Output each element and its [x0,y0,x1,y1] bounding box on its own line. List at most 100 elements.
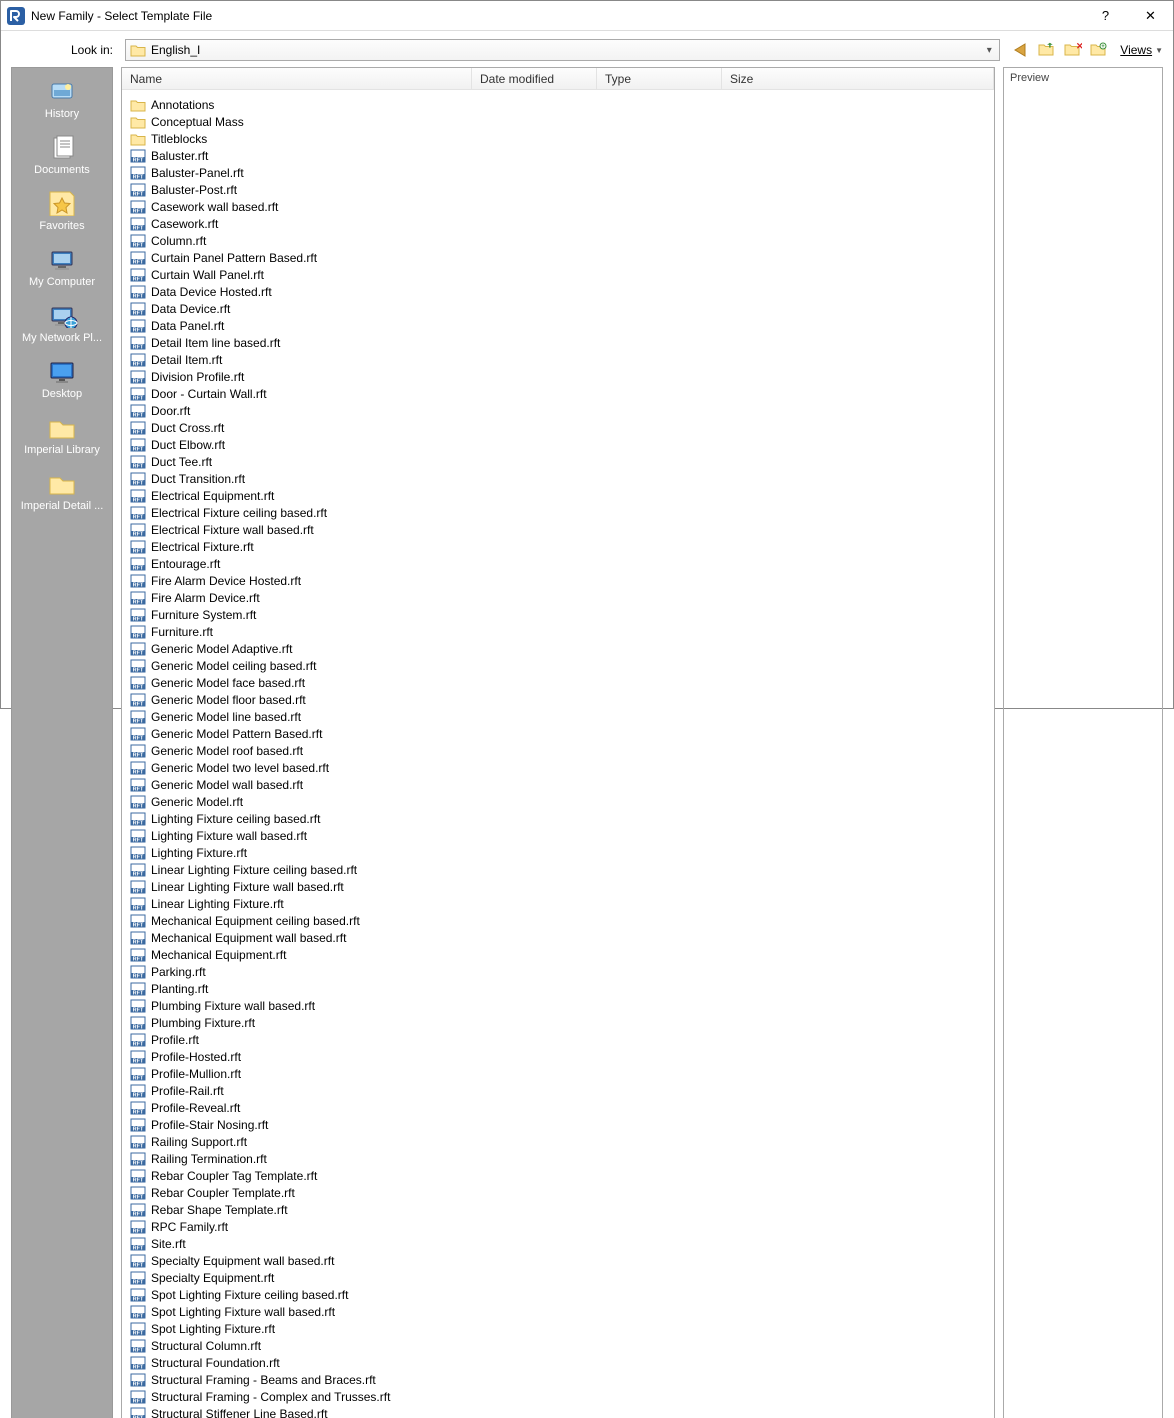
file-item[interactable]: Fire Alarm Device.rft [128,589,406,606]
file-item[interactable]: Lighting Fixture wall based.rft [128,827,406,844]
file-item[interactable]: Spot Lighting Fixture.rft [128,1320,406,1337]
file-item[interactable]: Railing Support.rft [128,1133,406,1150]
file-item[interactable]: Profile-Rail.rft [128,1082,406,1099]
file-item[interactable]: Fire Alarm Device Hosted.rft [128,572,406,589]
file-item[interactable]: Duct Elbow.rft [128,436,406,453]
file-item[interactable]: Generic Model ceiling based.rft [128,657,406,674]
file-item[interactable]: Curtain Panel Pattern Based.rft [128,249,406,266]
file-item[interactable]: Generic Model two level based.rft [128,759,406,776]
file-item[interactable]: Lighting Fixture ceiling based.rft [128,810,406,827]
up-folder-button[interactable] [1038,41,1056,59]
file-item[interactable]: Mechanical Equipment ceiling based.rft [128,912,406,929]
file-item[interactable]: Profile-Reveal.rft [128,1099,406,1116]
places-item[interactable]: My Network Pl... [12,298,112,352]
file-item[interactable]: Profile-Mullion.rft [128,1065,406,1082]
file-item[interactable]: Mechanical Equipment.rft [128,946,406,963]
file-item[interactable]: Plumbing Fixture.rft [128,1014,406,1031]
file-item[interactable]: Structural Column.rft [128,1337,406,1354]
file-item[interactable]: Curtain Wall Panel.rft [128,266,406,283]
file-item[interactable]: Entourage.rft [128,555,406,572]
file-item[interactable]: Railing Termination.rft [128,1150,406,1167]
places-item[interactable]: History [12,74,112,128]
file-item[interactable]: Furniture.rft [128,623,406,640]
delete-folder-button[interactable] [1064,41,1082,59]
column-date[interactable]: Date modified [472,68,597,89]
file-item[interactable]: Profile-Stair Nosing.rft [128,1116,406,1133]
file-item[interactable]: Structural Foundation.rft [128,1354,406,1371]
file-item[interactable]: Generic Model floor based.rft [128,691,406,708]
file-item[interactable]: Rebar Coupler Tag Template.rft [128,1167,406,1184]
file-item[interactable]: Generic Model Pattern Based.rft [128,725,406,742]
file-item[interactable]: Structural Framing - Beams and Braces.rf… [128,1371,406,1388]
file-item[interactable]: Data Device Hosted.rft [128,283,406,300]
file-item[interactable]: Parking.rft [128,963,406,980]
file-item[interactable]: RPC Family.rft [128,1218,406,1235]
file-item[interactable]: Conceptual Mass [128,113,406,130]
lookin-combo[interactable]: English_I ▾ [125,39,1000,61]
places-item[interactable]: My Computer [12,242,112,296]
file-item[interactable]: Titleblocks [128,130,406,147]
file-item[interactable]: Linear Lighting Fixture.rft [128,895,406,912]
file-item[interactable]: Baluster-Post.rft [128,181,406,198]
file-item[interactable]: Structural Stiffener Line Based.rft [128,1405,406,1418]
file-item[interactable]: Door - Curtain Wall.rft [128,385,406,402]
file-item[interactable]: Lighting Fixture.rft [128,844,406,861]
file-item[interactable]: Structural Framing - Complex and Trusses… [128,1388,406,1405]
file-item[interactable]: Door.rft [128,402,406,419]
new-folder-button[interactable] [1090,41,1108,59]
file-item[interactable]: Baluster.rft [128,147,406,164]
file-item[interactable]: Casework wall based.rft [128,198,406,215]
file-item[interactable]: Data Panel.rft [128,317,406,334]
file-item[interactable]: Column.rft [128,232,406,249]
back-button[interactable] [1012,41,1030,59]
file-item[interactable]: Annotations [128,96,406,113]
file-item[interactable]: Generic Model line based.rft [128,708,406,725]
file-item[interactable]: Electrical Equipment.rft [128,487,406,504]
file-item[interactable]: Plumbing Fixture wall based.rft [128,997,406,1014]
places-item[interactable]: Favorites [12,186,112,240]
file-item[interactable]: Specialty Equipment.rft [128,1269,406,1286]
file-item[interactable]: Detail Item line based.rft [128,334,406,351]
file-item[interactable]: Electrical Fixture wall based.rft [128,521,406,538]
file-item[interactable]: Detail Item.rft [128,351,406,368]
file-item[interactable]: Generic Model roof based.rft [128,742,406,759]
help-button[interactable]: ? [1083,1,1128,30]
file-item[interactable]: Duct Transition.rft [128,470,406,487]
file-item[interactable]: Profile-Hosted.rft [128,1048,406,1065]
file-item[interactable]: Rebar Coupler Template.rft [128,1184,406,1201]
file-item[interactable]: Data Device.rft [128,300,406,317]
file-item[interactable]: Electrical Fixture ceiling based.rft [128,504,406,521]
file-item[interactable]: Specialty Equipment wall based.rft [128,1252,406,1269]
file-item[interactable]: Spot Lighting Fixture ceiling based.rft [128,1286,406,1303]
places-item[interactable]: Imperial Detail ... [12,466,112,520]
places-item[interactable]: Imperial Library [12,410,112,464]
file-item[interactable]: Generic Model Adaptive.rft [128,640,406,657]
file-item[interactable]: Linear Lighting Fixture wall based.rft [128,878,406,895]
file-item[interactable]: Generic Model.rft [128,793,406,810]
file-item[interactable]: Electrical Fixture.rft [128,538,406,555]
file-item[interactable]: Generic Model wall based.rft [128,776,406,793]
column-size[interactable]: Size [722,68,994,89]
places-item[interactable]: Desktop [12,354,112,408]
file-item[interactable]: Site.rft [128,1235,406,1252]
file-item[interactable]: Division Profile.rft [128,368,406,385]
rft-file-icon [130,1407,146,1418]
places-item[interactable]: Documents [12,130,112,184]
file-item[interactable]: Baluster-Panel.rft [128,164,406,181]
file-item[interactable]: Planting.rft [128,980,406,997]
file-item[interactable]: Spot Lighting Fixture wall based.rft [128,1303,406,1320]
close-button[interactable]: ✕ [1128,1,1173,30]
file-item[interactable]: Duct Tee.rft [128,453,406,470]
file-item[interactable]: Profile.rft [128,1031,406,1048]
file-item[interactable]: Generic Model face based.rft [128,674,406,691]
views-dropdown[interactable]: Views ▼ [1120,43,1163,57]
file-item[interactable]: Mechanical Equipment wall based.rft [128,929,406,946]
column-name[interactable]: Name [122,68,472,89]
file-item[interactable]: Furniture System.rft [128,606,406,623]
file-item[interactable]: Rebar Shape Template.rft [128,1201,406,1218]
column-type[interactable]: Type [597,68,722,89]
file-item[interactable]: Casework.rft [128,215,406,232]
file-item[interactable]: Duct Cross.rft [128,419,406,436]
file-item[interactable]: Linear Lighting Fixture ceiling based.rf… [128,861,406,878]
file-list[interactable]: AnnotationsConceptual MassTitleblocksBal… [122,90,994,1418]
